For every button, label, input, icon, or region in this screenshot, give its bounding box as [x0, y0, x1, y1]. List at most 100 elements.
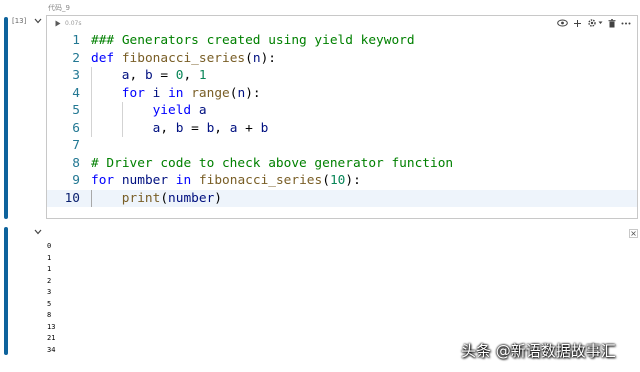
execution-time: 0.07s	[65, 20, 82, 27]
output-line: 8	[47, 311, 52, 319]
code-token: +	[237, 120, 261, 136]
line-source: a, b = b, a + b	[153, 120, 269, 138]
line-source: for number in fibonacci_series(10):	[91, 172, 361, 190]
code-token: # Driver code to check above generator f…	[91, 155, 454, 171]
code-token: =	[183, 120, 207, 136]
output-line: 21	[47, 334, 56, 342]
code-token: (	[160, 190, 169, 206]
output-line: 1	[47, 253, 52, 262]
cell-label: 代码_9	[48, 4, 70, 12]
code-token: (	[322, 173, 330, 188]
code-token: in	[168, 85, 184, 101]
code-token: number	[121, 173, 169, 188]
code-token: 0	[175, 68, 184, 83]
code-token: number	[168, 190, 215, 206]
gear-icon[interactable]	[587, 18, 603, 28]
more-icon[interactable]	[621, 18, 631, 28]
code-token: in	[175, 173, 192, 188]
code-token: =	[152, 68, 176, 83]
line-source: # Driver code to check above generator f…	[91, 155, 453, 173]
code-token: yield	[152, 103, 192, 118]
line-number: 7	[72, 138, 80, 153]
code-token: ,	[183, 68, 199, 83]
code-token: print	[121, 190, 161, 206]
cell-output: 0 1 1 2 3 5 8 13 21 34	[47, 241, 55, 356]
code-token: b	[260, 120, 269, 136]
code-token: ,	[214, 120, 230, 136]
line-number: 1	[72, 33, 80, 48]
indent-guide	[121, 119, 123, 137]
run-cell-button[interactable]	[53, 19, 62, 28]
code-token: ### Generators created using yield keywo…	[91, 33, 415, 48]
line-source: yield a	[153, 102, 207, 120]
code-token: 1	[198, 68, 207, 83]
code-line[interactable]: 7	[47, 137, 637, 155]
code-line[interactable]: 8 # Driver code to check above generator …	[47, 155, 637, 173]
code-editor[interactable]: 0.07s 1 ### Generators created using yiel…	[46, 15, 638, 219]
output-line: 0	[47, 242, 52, 250]
code-line[interactable]: 3 a, b = 0, 1	[47, 67, 637, 85]
code-token: fibonacci_series	[121, 50, 246, 66]
code-token: (	[245, 50, 253, 66]
line-number: 4	[72, 85, 80, 101]
code-line[interactable]: 1 ### Generators created using yield keyw…	[47, 32, 637, 50]
code-token: ):	[245, 85, 261, 101]
code-token: range	[191, 85, 230, 101]
indent-guide	[121, 102, 123, 120]
line-number: 6	[72, 120, 80, 136]
code-line[interactable]: 2 def fibonacci_series(n):	[47, 50, 637, 68]
code-lines[interactable]: 1 ### Generators created using yield keyw…	[47, 32, 637, 207]
cell-input-focus-bar[interactable]	[4, 17, 8, 219]
indent-guide	[91, 84, 92, 102]
code-token: 10	[329, 173, 346, 188]
collapse-output-chevron-icon[interactable]	[33, 227, 43, 237]
code-line[interactable]: 6 a, b = b, a + b	[47, 119, 637, 138]
close-icon	[631, 231, 636, 236]
plus-icon[interactable]	[573, 18, 582, 28]
execution-count: [13]	[12, 17, 27, 25]
trash-icon[interactable]	[608, 18, 616, 28]
indent-guide	[91, 189, 92, 207]
output-line: 13	[47, 322, 56, 331]
output-line: 5	[47, 299, 52, 308]
code-line[interactable]: 10 print(number)	[47, 189, 637, 208]
line-source: print(number)	[122, 190, 222, 208]
code-line[interactable]: 4 for i in range(n):	[47, 84, 637, 103]
output-line: 2	[47, 276, 52, 285]
output-line: 34	[47, 345, 56, 354]
eye-icon[interactable]	[557, 18, 568, 28]
code-token: ):	[260, 50, 276, 66]
code-token: ,	[129, 68, 145, 83]
code-line[interactable]: 5 yield a	[47, 102, 637, 120]
line-number: 2	[72, 50, 80, 66]
code-token: fibonacci_series	[198, 173, 323, 188]
line-source: ### Generators created using yield keywo…	[91, 32, 415, 50]
line-number: 9	[72, 173, 80, 188]
watermark: 头条 @新语数据故事汇	[461, 342, 616, 360]
code-token: for	[121, 85, 145, 101]
line-source: for i in range(n):	[122, 85, 261, 103]
output-line: 3	[47, 288, 52, 296]
code-token: b	[144, 68, 153, 83]
indent-guide	[91, 102, 92, 120]
code-token: for	[91, 173, 115, 188]
code-token: n	[252, 50, 261, 66]
code-token: )	[214, 190, 222, 206]
indent-guide	[91, 67, 92, 85]
collapse-input-chevron-icon[interactable]	[33, 16, 43, 26]
code-token: ,	[160, 120, 176, 136]
cell-output-focus-bar[interactable]	[4, 227, 8, 355]
clear-output-button[interactable]	[629, 229, 638, 238]
line-number: 5	[72, 103, 80, 118]
code-line[interactable]: 9 for number in fibonacci_series(10):	[47, 172, 637, 190]
line-source: def fibonacci_series(n):	[91, 50, 276, 68]
line-number: 8	[72, 155, 80, 171]
chevron-down-icon[interactable]	[598, 21, 603, 25]
